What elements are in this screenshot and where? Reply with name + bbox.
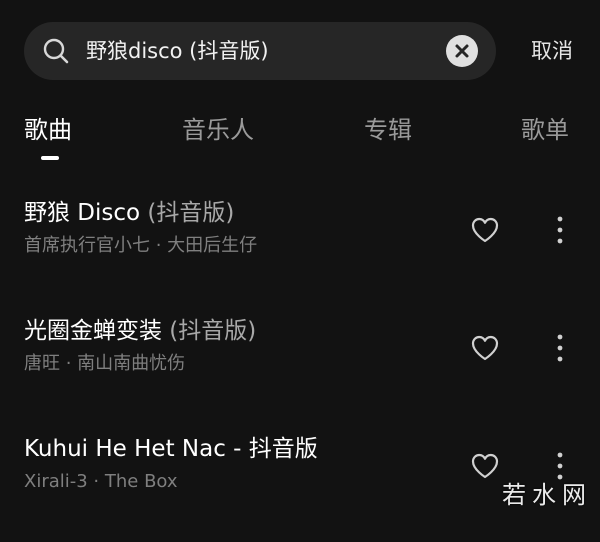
search-icon (43, 38, 69, 64)
song-row[interactable]: 光圈金蝉变装 (抖音版) 唐旺 · 南山南曲忧伤 (0, 306, 600, 424)
song-title-text: 野狼 Disco (24, 200, 141, 226)
tab-songs[interactable]: 歌曲 (24, 110, 72, 150)
tab-playlists[interactable]: 歌单 (521, 110, 569, 150)
song-title-text: Kuhui He Het Nac - 抖音版 (24, 436, 318, 462)
more-vertical-icon[interactable] (550, 214, 570, 246)
clear-icon (455, 44, 469, 58)
song-version-label: (抖音版) (162, 318, 257, 344)
tab-albums[interactable]: 专辑 (364, 110, 412, 150)
cancel-button[interactable]: 取消 (514, 34, 590, 68)
song-title: Kuhui He Het Nac - 抖音版 (24, 432, 318, 466)
category-tabs: 歌曲 音乐人 专辑 歌单 (0, 108, 600, 168)
song-title-text: 光圈金蝉变装 (24, 318, 162, 344)
more-vertical-icon[interactable] (550, 332, 570, 364)
heart-icon[interactable] (470, 452, 500, 480)
tab-artists[interactable]: 音乐人 (182, 110, 254, 150)
song-title: 野狼 Disco (抖音版) (24, 196, 234, 230)
song-artists: Xirali-3 · The Box (24, 471, 178, 492)
search-input[interactable]: 野狼disco (抖音版) (86, 32, 436, 70)
heart-icon[interactable] (470, 334, 500, 362)
search-bar[interactable]: 野狼disco (抖音版) (24, 22, 496, 80)
watermark: 若水网 (502, 481, 592, 509)
song-artists: 首席执行官小七 · 大田后生仔 (24, 235, 258, 256)
active-tab-indicator (41, 156, 59, 160)
song-artists: 唐旺 · 南山南曲忧伤 (24, 353, 186, 374)
heart-icon[interactable] (470, 216, 500, 244)
clear-search-button[interactable] (446, 35, 478, 67)
song-row[interactable]: 野狼 Disco (抖音版) 首席执行官小七 · 大田后生仔 (0, 188, 600, 306)
song-version-label: (抖音版) (140, 200, 235, 226)
song-title: 光圈金蝉变装 (抖音版) (24, 314, 256, 348)
